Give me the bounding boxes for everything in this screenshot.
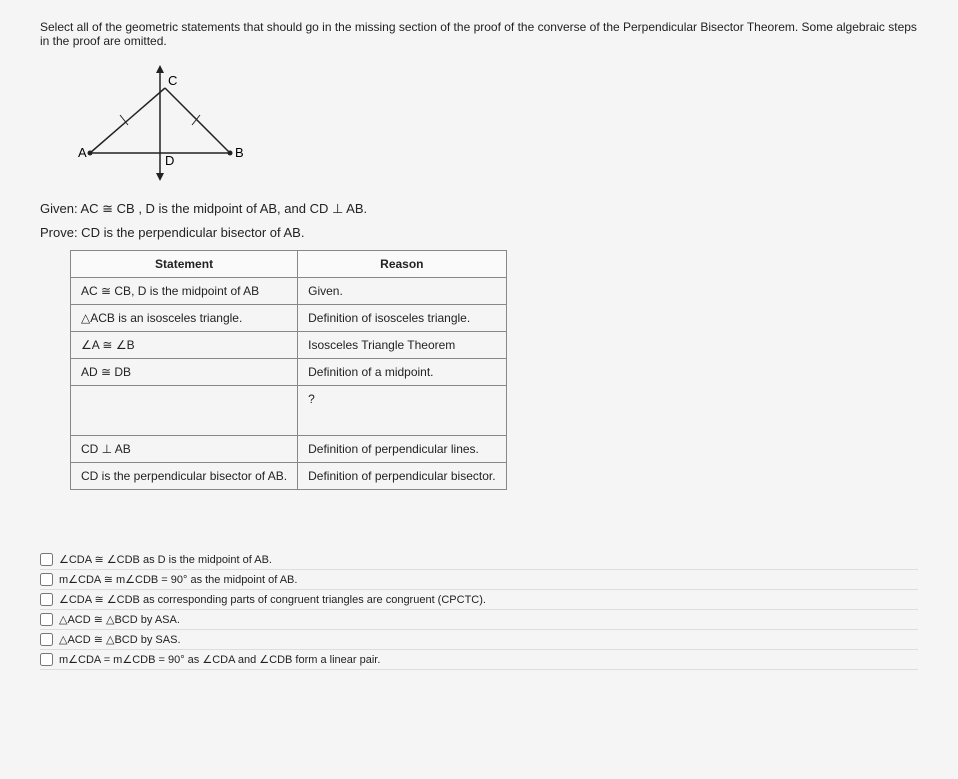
prove-statement: Prove: CD is the perpendicular bisector …	[40, 225, 918, 240]
option-label: △ACD ≅ △BCD by SAS.	[59, 633, 181, 646]
label-b: B	[235, 145, 244, 160]
proof-table: Statement Reason AC ≅ CB, D is the midpo…	[70, 250, 507, 490]
option-row[interactable]: ∠CDA ≅ ∠CDB as D is the midpoint of AB.	[40, 550, 918, 570]
cell-stmt: CD is the perpendicular bisector of AB.	[71, 463, 298, 490]
cell-stmt: AD ≅ DB	[71, 359, 298, 386]
cell-reason: Given.	[298, 278, 506, 305]
option-label: m∠CDA = m∠CDB = 90° as ∠CDA and ∠CDB for…	[59, 653, 380, 666]
table-row: CD is the perpendicular bisector of AB.D…	[71, 463, 507, 490]
table-row: AD ≅ DBDefinition of a midpoint.	[71, 359, 507, 386]
table-row-missing: ?	[71, 386, 507, 436]
option-checkbox[interactable]	[40, 553, 53, 566]
header-reason: Reason	[298, 251, 506, 278]
label-d: D	[165, 153, 174, 168]
option-label: m∠CDA ≅ m∠CDB = 90° as the midpoint of A…	[59, 573, 297, 586]
option-checkbox[interactable]	[40, 593, 53, 606]
cell-stmt: ∠A ≅ ∠B	[71, 332, 298, 359]
cell-reason: Definition of a midpoint.	[298, 359, 506, 386]
option-row[interactable]: m∠CDA ≅ m∠CDB = 90° as the midpoint of A…	[40, 570, 918, 590]
table-row: AC ≅ CB, D is the midpoint of ABGiven.	[71, 278, 507, 305]
cell-stmt	[71, 386, 298, 436]
header-statement: Statement	[71, 251, 298, 278]
question-text: Select all of the geometric statements t…	[40, 20, 918, 48]
given-statement: Given: AC ≅ CB , D is the midpoint of AB…	[40, 201, 918, 217]
option-checkbox[interactable]	[40, 653, 53, 666]
label-a: A	[78, 145, 87, 160]
option-row[interactable]: ∠CDA ≅ ∠CDB as corresponding parts of co…	[40, 590, 918, 610]
option-label: △ACD ≅ △BCD by ASA.	[59, 613, 180, 626]
table-row: ∠A ≅ ∠BIsosceles Triangle Theorem	[71, 332, 507, 359]
triangle-diagram: A B C D	[70, 63, 918, 186]
cell-stmt: CD ⊥ AB	[71, 436, 298, 463]
answer-options: ∠CDA ≅ ∠CDB as D is the midpoint of AB. …	[40, 550, 918, 670]
option-checkbox[interactable]	[40, 633, 53, 646]
option-row[interactable]: △ACD ≅ △BCD by SAS.	[40, 630, 918, 650]
cell-reason: Definition of perpendicular lines.	[298, 436, 506, 463]
option-row[interactable]: m∠CDA = m∠CDB = 90° as ∠CDA and ∠CDB for…	[40, 650, 918, 670]
option-checkbox[interactable]	[40, 613, 53, 626]
label-c: C	[168, 73, 177, 88]
cell-reason: Isosceles Triangle Theorem	[298, 332, 506, 359]
option-row[interactable]: △ACD ≅ △BCD by ASA.	[40, 610, 918, 630]
option-label: ∠CDA ≅ ∠CDB as corresponding parts of co…	[59, 593, 486, 606]
table-row: CD ⊥ ABDefinition of perpendicular lines…	[71, 436, 507, 463]
table-row: △ACB is an isosceles triangle.Definition…	[71, 305, 507, 332]
option-label: ∠CDA ≅ ∠CDB as D is the midpoint of AB.	[59, 553, 272, 566]
cell-reason: Definition of isosceles triangle.	[298, 305, 506, 332]
option-checkbox[interactable]	[40, 573, 53, 586]
cell-stmt: △ACB is an isosceles triangle.	[71, 305, 298, 332]
cell-reason: Definition of perpendicular bisector.	[298, 463, 506, 490]
cell-stmt: AC ≅ CB, D is the midpoint of AB	[71, 278, 298, 305]
cell-reason: ?	[298, 386, 506, 436]
